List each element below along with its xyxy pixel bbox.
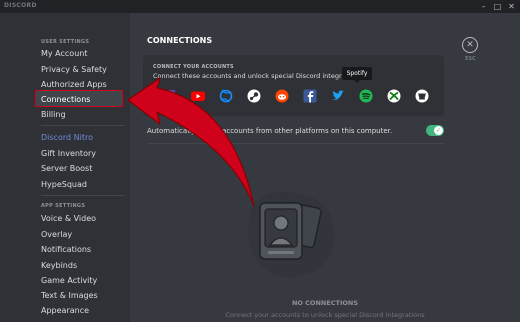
sidebar-item-keybinds[interactable]: Keybinds (41, 261, 77, 270)
sidebar-item-authorized-apps[interactable]: Authorized Apps (41, 80, 107, 89)
auto-detect-toggle[interactable]: ✓ (426, 125, 444, 136)
connect-description: Connect these accounts and unlock specia… (153, 72, 364, 80)
app-brand: DISCORD (4, 2, 37, 9)
spotify-icon[interactable] (355, 85, 377, 107)
sidebar-item-hypesquad[interactable]: HypeSquad (41, 180, 87, 189)
sidebar-item-voice-video[interactable]: Voice & Video (41, 214, 96, 223)
youtube-icon[interactable] (187, 85, 209, 107)
battlenet-icon[interactable] (215, 85, 237, 107)
sidebar-item-server-boost[interactable]: Server Boost (41, 164, 92, 173)
sidebar-item-connections[interactable]: Connections (35, 90, 123, 107)
empty-state-subtitle: Connect your accounts to unlock special … (225, 311, 425, 319)
sidebar-item-discord-nitro[interactable]: Discord Nitro (41, 133, 93, 142)
empty-state-title: NO CONNECTIONS (291, 299, 359, 307)
connect-accounts-card: CONNECT YOUR ACCOUNTS Connect these acco… (143, 55, 444, 116)
sidebar-item-privacy-safety[interactable]: Privacy & Safety (41, 65, 107, 74)
check-icon: ✓ (434, 126, 443, 135)
sidebar-item-overlay[interactable]: Overlay (41, 230, 72, 239)
sidebar-item-label: Connections (41, 95, 91, 104)
esc-label: ESC (465, 56, 476, 62)
app-settings-header: APP SETTINGS (41, 203, 86, 209)
sidebar-item-gift-inventory[interactable]: Gift Inventory (41, 149, 96, 158)
sidebar-divider (41, 125, 125, 126)
sidebar-item-my-account[interactable]: My Account (41, 49, 87, 58)
section-divider (147, 143, 444, 144)
page-title: CONNECTIONS (147, 36, 213, 45)
sidebar-item-game-activity[interactable]: Game Activity (41, 276, 97, 285)
maximize-button[interactable]: □ (492, 1, 503, 12)
no-connections-illustration (248, 191, 335, 278)
close-window-button[interactable]: ✕ (506, 1, 517, 12)
spotify-tooltip: Spotify (342, 67, 372, 83)
title-bar: DISCORD – □ ✕ (0, 0, 520, 13)
auto-detect-label: Automatically detect accounts from other… (147, 127, 393, 135)
twitch-icon[interactable] (159, 85, 181, 107)
connect-header: CONNECT YOUR ACCOUNTS (153, 64, 234, 70)
user-settings-header: USER SETTINGS (41, 39, 90, 45)
close-icon[interactable]: ✕ (462, 37, 478, 53)
github-icon[interactable] (411, 85, 433, 107)
minimize-button[interactable]: – (478, 1, 489, 12)
twitter-icon[interactable] (327, 85, 349, 107)
sidebar-divider (41, 195, 125, 196)
facebook-icon[interactable] (299, 85, 321, 107)
sidebar-item-billing[interactable]: Billing (41, 110, 66, 119)
reddit-icon[interactable] (271, 85, 293, 107)
steam-icon[interactable] (243, 85, 265, 107)
sidebar-item-notifications[interactable]: Notifications (41, 245, 91, 254)
xbox-icon[interactable] (383, 85, 405, 107)
